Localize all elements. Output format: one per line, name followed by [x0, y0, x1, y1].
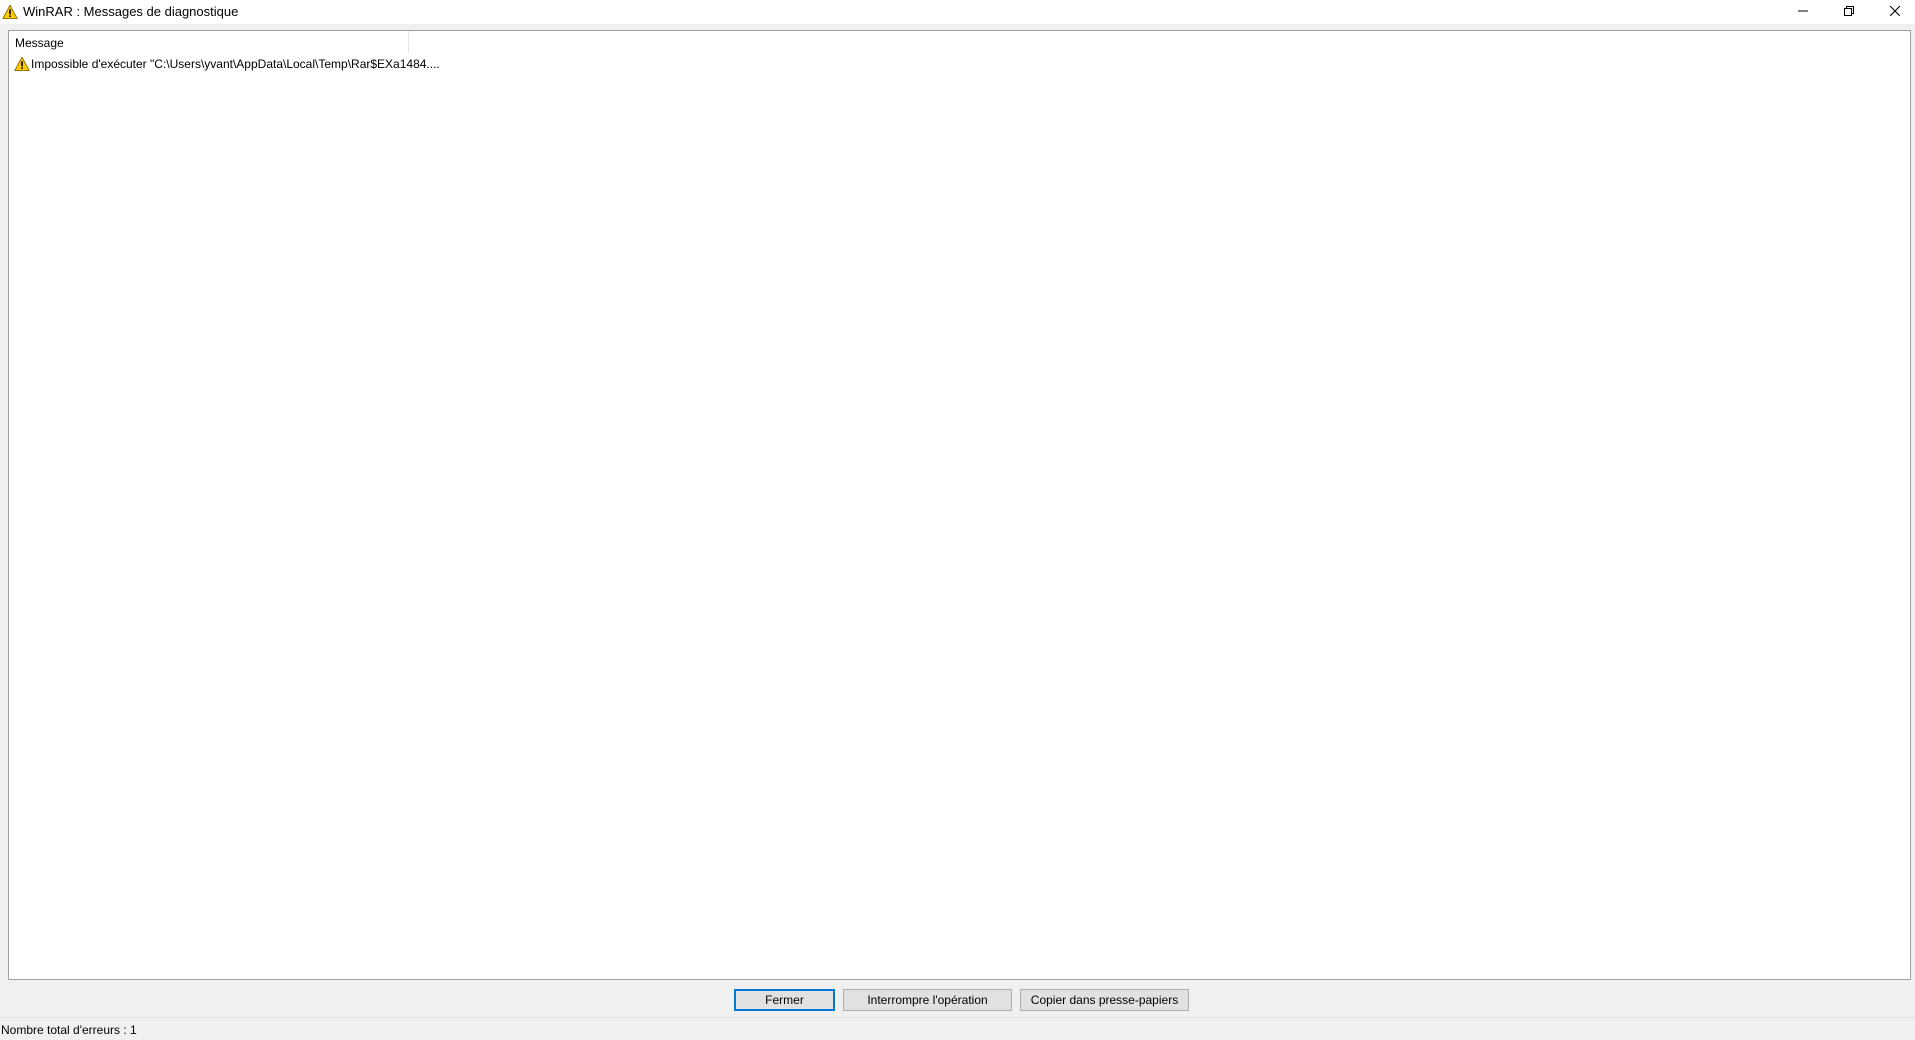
close-icon: [1890, 6, 1900, 16]
warning-icon: [14, 56, 30, 71]
restore-button[interactable]: [1826, 0, 1872, 22]
window-title: WinRAR : Messages de diagnostique: [23, 4, 239, 19]
message-list[interactable]: Message Impossible d'exécuter "C:\Users\…: [8, 30, 1911, 980]
title-bar[interactable]: WinRAR : Messages de diagnostique: [0, 0, 1915, 24]
column-header-label: Message: [15, 36, 64, 50]
close-button[interactable]: [1872, 0, 1915, 22]
column-header-message[interactable]: Message: [9, 31, 409, 53]
list-item[interactable]: Impossible d'exécuter "C:\Users\yvant\Ap…: [9, 55, 1910, 73]
message-text: Impossible d'exécuter "C:\Users\yvant\Ap…: [31, 57, 440, 71]
minimize-button[interactable]: [1780, 0, 1826, 22]
copy-to-clipboard-button[interactable]: Copier dans presse-papiers: [1020, 989, 1189, 1011]
diagnostic-window: WinRAR : Messages de diagnostique Messag…: [0, 0, 1915, 1040]
warning-icon: [2, 4, 18, 19]
list-header: Message: [9, 31, 1910, 53]
abort-operation-button[interactable]: Interrompre l'opération: [843, 989, 1012, 1011]
minimize-icon: [1798, 10, 1808, 12]
status-bar-text: Nombre total d'erreurs : 1: [1, 1023, 137, 1037]
close-dialog-button[interactable]: Fermer: [734, 989, 835, 1011]
restore-icon: [1844, 6, 1854, 16]
status-divider: [0, 1017, 1915, 1018]
